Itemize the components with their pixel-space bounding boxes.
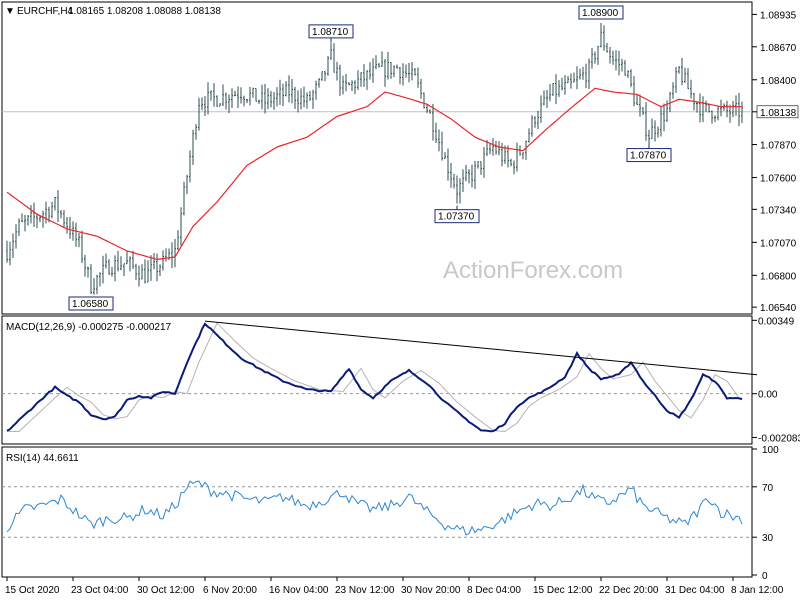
svg-text:8 Jan 12:00: 8 Jan 12:00 [731,585,784,596]
svg-text:6 Nov 20:00: 6 Nov 20:00 [203,585,257,596]
svg-text:1.08710: 1.08710 [312,27,349,38]
symbol-title: EURCHF,H4 [17,6,74,17]
svg-text:15 Oct 2020: 15 Oct 2020 [5,585,60,596]
svg-text:31 Dec 04:00: 31 Dec 04:00 [665,585,725,596]
price-axis-tick: 1.08935 [752,10,797,21]
x-axis-tick: 22 Dec 20:00 [599,577,659,596]
svg-text:1.08900: 1.08900 [582,8,619,19]
svg-text:30: 30 [762,533,774,544]
svg-text:1.08935: 1.08935 [760,10,797,21]
svg-text:1.08400: 1.08400 [760,76,797,87]
svg-text:22 Dec 20:00: 22 Dec 20:00 [599,585,659,596]
rsi-axis-tick: 30 [752,533,774,544]
svg-text:23 Nov 12:00: 23 Nov 12:00 [335,585,395,596]
x-axis-tick: 31 Dec 04:00 [665,577,725,596]
macd-pane [1,315,753,445]
svg-text:1.06800: 1.06800 [760,271,797,282]
price-axis-tick: 1.07870 [752,141,797,152]
x-axis-tick: 15 Dec 12:00 [533,577,593,596]
svg-text:1.07370: 1.07370 [438,212,475,223]
price-axis-tick: 1.08400 [752,76,797,87]
rsi-label: RSI(14) 44.6611 [6,453,79,464]
svg-text:1.07340: 1.07340 [760,205,797,216]
svg-text:16 Nov 04:00: 16 Nov 04:00 [269,585,329,596]
svg-text:1.06540: 1.06540 [760,303,797,314]
header-arrow: ▼ [5,6,15,17]
rsi-axis-tick: 100 [752,445,779,456]
macd-axis-tick: -0.002083 [752,433,800,444]
price-axis-tick: 1.07070 [752,238,797,249]
svg-text:0: 0 [762,571,768,582]
price-axis-tick: 1.06800 [752,271,797,282]
price-axis-tick: 1.07340 [752,205,797,216]
chart-canvas: ActionForex.com ▼ EURCHF,H4 1.08165 1.08… [1,1,800,596]
rsi-axis-tick: 0 [752,571,768,582]
rsi-axis-tick: 70 [752,483,774,494]
svg-text:1.08670: 1.08670 [760,43,797,54]
svg-text:1.07870: 1.07870 [760,141,797,152]
svg-text:0.00: 0.00 [758,390,778,401]
x-axis-tick: 30 Nov 20:00 [401,577,461,596]
x-axis-tick: 23 Nov 12:00 [335,577,395,596]
price-axis-tick: 1.07600 [752,174,797,185]
x-axis-tick: 6 Nov 20:00 [203,577,257,596]
svg-text:1.07600: 1.07600 [760,174,797,185]
x-axis-tick: 30 Oct 12:00 [137,577,195,596]
x-axis-tick: 16 Nov 04:00 [269,577,329,596]
rsi-pane [1,446,753,578]
svg-text:23 Oct 04:00: 23 Oct 04:00 [71,585,129,596]
svg-text:15 Dec 12:00: 15 Dec 12:00 [533,585,593,596]
svg-text:70: 70 [762,483,774,494]
price-annotation: 1.06580 [68,296,114,311]
svg-text:100: 100 [762,445,779,456]
price-axis-tick: 1.06540 [752,303,797,314]
x-axis-tick: 8 Dec 04:00 [467,577,521,596]
svg-text:30 Oct 12:00: 30 Oct 12:00 [137,585,195,596]
price-axis-tick: 1.08670 [752,43,797,54]
svg-text:30 Nov 20:00: 30 Nov 20:00 [401,585,461,596]
ohlc-readout: 1.08165 1.08208 1.08088 1.08138 [68,6,221,17]
svg-text:1.08138: 1.08138 [760,108,797,119]
svg-text:1.07070: 1.07070 [760,238,797,249]
price-axis-tick: 1.08138 [752,105,799,119]
x-axis-tick: 23 Oct 04:00 [71,577,129,596]
macd-axis-tick: 0.00349 [752,316,795,327]
x-axis-tick: 8 Jan 12:00 [731,577,784,596]
price-annotation: 1.08900 [578,5,624,20]
svg-text:1.07870: 1.07870 [630,151,667,162]
svg-text:-0.002083: -0.002083 [758,433,800,444]
x-axis-tick: 15 Oct 2020 [5,577,60,596]
svg-text:8 Dec 04:00: 8 Dec 04:00 [467,585,521,596]
watermark: ActionForex.com [443,257,623,284]
svg-text:1.06580: 1.06580 [72,299,109,310]
macd-label: MACD(12,26,9) -0.000275 -0.000217 [6,322,172,333]
svg-text:0.00349: 0.00349 [758,316,795,327]
macd-axis-tick: 0.00 [752,390,778,401]
